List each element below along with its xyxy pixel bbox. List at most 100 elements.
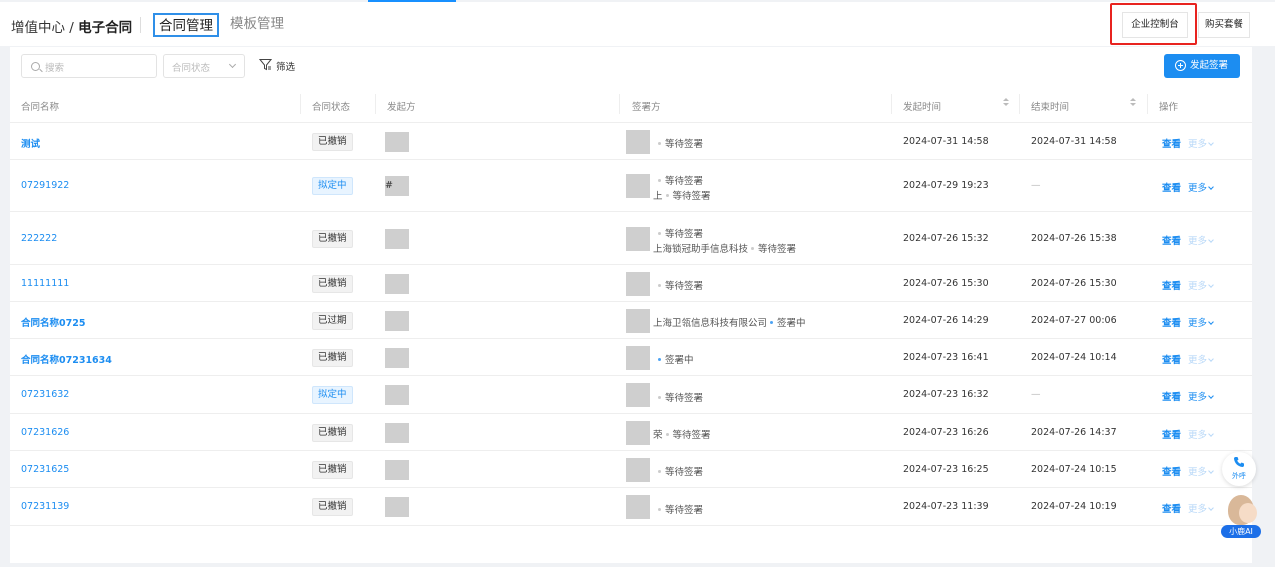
contract-name-link[interactable]: 11111111 <box>21 278 69 289</box>
view-link[interactable]: 查看 <box>1162 427 1181 441</box>
search-input[interactable]: 搜索 <box>21 54 157 78</box>
tab-contract-management[interactable]: 合同管理 <box>153 13 219 37</box>
view-link[interactable]: 查看 <box>1162 278 1181 292</box>
table-row: 07231625 已撤销 等待签署 2024-07-23 16:25 2024-07-2… <box>10 451 1252 488</box>
column-header-start-time[interactable]: 发起时间 <box>903 99 941 113</box>
signer-redacted <box>626 457 650 482</box>
end-time: 2024-07-24 10:19 <box>1031 501 1117 512</box>
initiator-redacted <box>385 347 409 368</box>
status-dot-icon <box>658 358 661 361</box>
end-time: — <box>1031 180 1041 191</box>
more-menu[interactable]: 更多 <box>1188 315 1214 329</box>
more-menu[interactable]: 更多 <box>1188 389 1214 403</box>
initiator-redacted <box>385 459 409 480</box>
signer-redacted <box>626 226 650 251</box>
more-menu[interactable]: 更多 <box>1188 180 1214 194</box>
enterprise-console-button[interactable]: 企业控制台 <box>1122 12 1188 38</box>
signer-state: 签署中 <box>665 355 694 366</box>
view-link[interactable]: 查看 <box>1162 501 1181 515</box>
more-menu[interactable]: 更多 <box>1188 278 1214 292</box>
more-menu[interactable]: 更多 <box>1188 427 1214 441</box>
contract-name-link[interactable]: 测试 <box>21 136 40 150</box>
status-dot-icon <box>751 246 755 250</box>
view-link[interactable]: 查看 <box>1162 389 1181 403</box>
column-divider <box>1019 94 1020 114</box>
signer-redacted <box>626 308 650 333</box>
table-row: 合同名称0725 已过期 上海卫瓴信息科技有限公司 签署中 2024-07-26 14… <box>10 302 1252 339</box>
outbound-call-button[interactable]: 外呼 <box>1222 452 1256 486</box>
buy-package-button[interactable]: 购买套餐 <box>1198 12 1250 38</box>
view-link[interactable]: 查看 <box>1162 180 1181 194</box>
signer-redacted <box>626 174 650 198</box>
sort-icon[interactable] <box>1003 98 1009 108</box>
contract-name-link[interactable]: 07231626 <box>21 427 69 438</box>
initiator-redacted <box>385 385 409 405</box>
end-time: 2024-07-26 15:38 <box>1031 232 1117 244</box>
more-menu[interactable]: 更多 <box>1188 136 1214 150</box>
contract-name-link[interactable]: 07291922 <box>21 180 69 191</box>
status-badge: 已撤销 <box>312 274 353 293</box>
status-dot-icon <box>665 194 669 197</box>
signer-state: 等待签署 <box>672 191 711 202</box>
chevron-down-icon <box>1208 281 1214 288</box>
end-time: 2024-07-27 00:06 <box>1031 314 1117 326</box>
view-link[interactable]: 查看 <box>1162 136 1181 150</box>
contract-name-link[interactable]: 07231632 <box>21 389 69 400</box>
chevron-down-icon <box>1208 355 1214 362</box>
signer-state: 等待签署 <box>665 139 704 150</box>
status-dot-icon <box>658 507 661 511</box>
view-link[interactable]: 查看 <box>1162 464 1181 478</box>
status-badge: 已撤销 <box>312 348 353 367</box>
outbound-call-label: 外呼 <box>1232 472 1246 480</box>
more-menu[interactable]: 更多 <box>1188 233 1214 247</box>
column-header-end-time[interactable]: 结束时间 <box>1031 99 1069 113</box>
start-time: 2024-07-23 16:41 <box>903 351 989 363</box>
view-link[interactable]: 查看 <box>1162 233 1181 247</box>
signer-entry: 等待签署 <box>658 136 703 150</box>
signer-state: 签署中 <box>777 318 806 329</box>
initiator-redacted <box>385 310 409 331</box>
status-badge: 已撤销 <box>312 460 353 479</box>
chevron-down-icon <box>1208 393 1214 399</box>
more-menu[interactable]: 更多 <box>1188 352 1214 366</box>
initiator-redacted <box>385 131 409 152</box>
chevron-down-icon <box>1208 505 1214 511</box>
contract-name-link[interactable]: 222222 <box>21 233 57 244</box>
more-menu[interactable]: 更多 <box>1188 501 1214 515</box>
phone-icon <box>1234 457 1244 467</box>
chevron-down-icon <box>1208 467 1214 474</box>
status-select[interactable]: 合同状态 <box>163 54 245 78</box>
signer-entry: 等待签署 <box>658 173 703 187</box>
view-link[interactable]: 查看 <box>1162 352 1181 366</box>
end-time: — <box>1031 389 1041 400</box>
table-row: 07231632 拟定中 等待签署 2024-07-23 16:32 — 查看 更多 <box>10 376 1252 414</box>
start-signing-button[interactable]: 发起签署 <box>1164 54 1240 78</box>
breadcrumb-current: 电子合同 <box>78 20 133 36</box>
table-row: 07231626 已撤销 荣 等待签署 2024-07-23 16:26 2024-07… <box>10 414 1252 451</box>
chevron-down-icon <box>1208 318 1214 325</box>
signer-state: 等待签署 <box>672 430 711 441</box>
filter-icon <box>259 59 272 71</box>
view-link[interactable]: 查看 <box>1162 315 1181 329</box>
signer-name: 上海锁冠助手信息科技 <box>653 243 752 255</box>
status-badge: 拟定中 <box>312 386 353 404</box>
sort-icon[interactable] <box>1130 98 1136 108</box>
contract-name-link[interactable]: 合同名称0725 <box>21 315 85 329</box>
contract-name-link[interactable]: 07231625 <box>21 464 69 475</box>
tab-template-management[interactable]: 模板管理 <box>228 13 286 37</box>
start-time: 2024-07-23 16:25 <box>903 463 989 475</box>
initiator-name: # <box>385 180 393 191</box>
column-divider <box>891 94 892 114</box>
start-time: 2024-07-26 15:30 <box>903 277 989 289</box>
signer-entry: 上海锁冠助手信息科技 等待签署 <box>653 241 796 255</box>
status-dot-icon <box>770 321 774 324</box>
contract-name-link[interactable]: 合同名称07231634 <box>21 352 112 366</box>
initiator-redacted <box>385 497 409 517</box>
signer-redacted <box>626 383 650 407</box>
contract-name-link[interactable]: 07231139 <box>21 501 69 512</box>
breadcrumb-parent[interactable]: 增值中心 / <box>11 20 78 36</box>
end-time: 2024-07-24 10:14 <box>1031 351 1117 363</box>
search-icon <box>31 62 40 71</box>
ai-assistant-button[interactable]: 小鹿AI <box>1221 494 1261 540</box>
more-menu[interactable]: 更多 <box>1188 464 1214 478</box>
